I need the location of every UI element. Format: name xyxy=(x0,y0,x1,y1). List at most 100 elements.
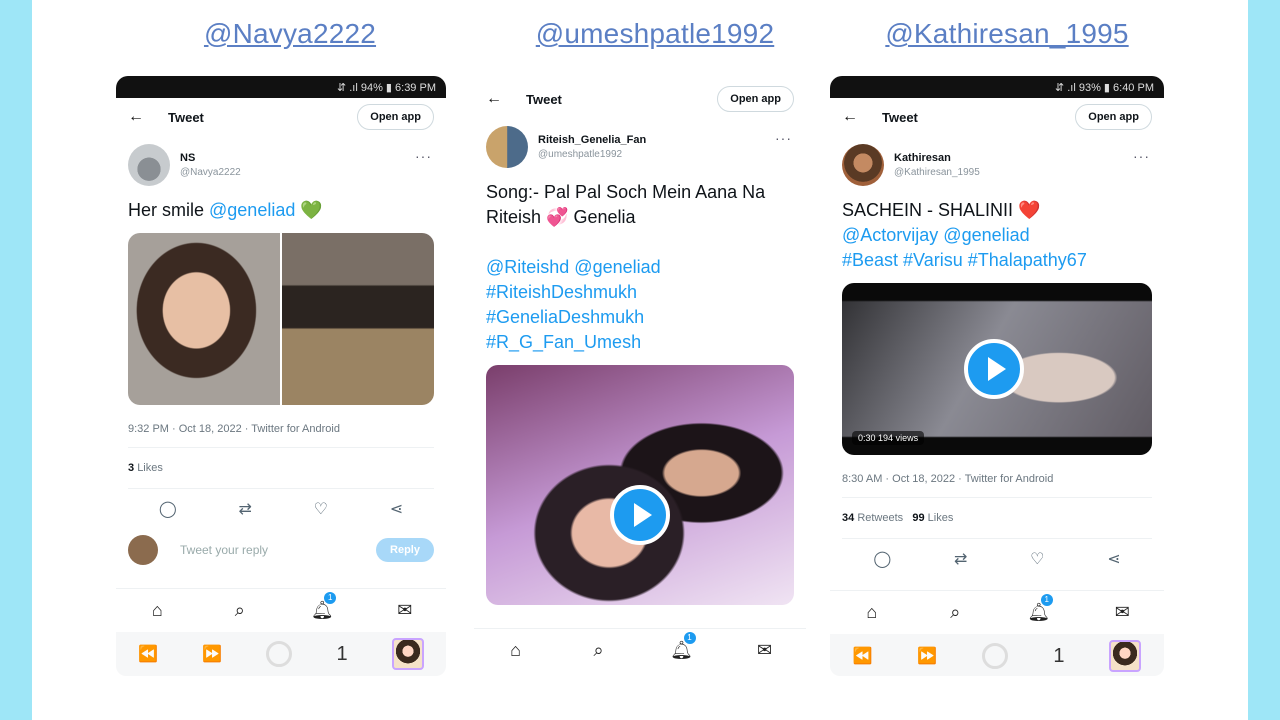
mail-icon[interactable]: ✉ xyxy=(751,640,779,661)
couple-line: Riteish 💞 Genelia xyxy=(486,205,794,230)
reply-icon[interactable]: ◯ xyxy=(873,549,891,569)
bell-icon[interactable]: 🔔︎ 1 xyxy=(308,592,337,621)
red-heart-emoji: ❤️ xyxy=(1018,200,1041,220)
share-icon[interactable]: ⋖ xyxy=(1107,549,1120,569)
open-app-button[interactable]: Open app xyxy=(717,86,794,112)
tweet-header: ← Tweet Open app xyxy=(474,80,806,118)
tweet-video[interactable]: 0:30 194 views xyxy=(842,283,1152,455)
likes-count: 99 xyxy=(912,512,925,524)
phone-panel-3: ⇵ .ıl 93% ▮ 6:40 PM ← Tweet Open app Kat… xyxy=(830,76,1164,676)
video-info: 0:30 194 views xyxy=(852,431,925,445)
reply-input[interactable]: Tweet your reply xyxy=(180,543,376,557)
notification-badge: 1 xyxy=(1040,594,1053,606)
mail-icon[interactable]: ✉ xyxy=(391,600,419,621)
avatar[interactable] xyxy=(128,144,170,186)
author-username[interactable]: @Navya2222 xyxy=(180,167,241,178)
hashtag-rg-fan-umesh[interactable]: #R_G_Fan_Umesh xyxy=(486,330,794,355)
tweet-video[interactable] xyxy=(486,365,794,605)
home-circle-icon[interactable] xyxy=(266,641,293,667)
retweet-icon[interactable]: ⇄ xyxy=(954,549,967,569)
avatar[interactable] xyxy=(842,144,884,186)
tab-count[interactable]: 1 xyxy=(337,643,348,666)
author-name[interactable]: Riteish_Genelia_Fan xyxy=(538,134,646,146)
name-genelia: Genelia xyxy=(568,207,636,227)
play-icon[interactable] xyxy=(964,339,1024,399)
like-icon[interactable]: ♡ xyxy=(1030,549,1044,569)
reply-button[interactable]: Reply xyxy=(376,538,434,562)
home-icon[interactable]: ⌂ xyxy=(143,600,171,621)
name-riteish: Riteish xyxy=(486,207,547,227)
rewind-icon[interactable]: ⏪ xyxy=(853,646,873,666)
forward-icon[interactable]: ⏩ xyxy=(917,646,937,666)
avatar[interactable] xyxy=(486,126,528,168)
mention-link[interactable]: @geneliad xyxy=(209,200,295,220)
tweet-header: ← Tweet Open app xyxy=(116,98,446,136)
tweet-text: SACHEIN - SHALINII ❤️ @Actorvijay @genel… xyxy=(830,194,1164,277)
more-options-icon[interactable]: ··· xyxy=(1133,148,1150,164)
browser-bar: ⏪ ⏩ 1 xyxy=(830,634,1164,676)
photo-smile[interactable] xyxy=(128,233,280,405)
title-text: SACHEIN - SHALINII xyxy=(842,200,1019,220)
reply-icon[interactable]: ◯ xyxy=(159,499,177,519)
tweet-images[interactable] xyxy=(128,233,434,405)
search-icon[interactable]: ⌕ xyxy=(585,640,613,661)
mention-links[interactable]: @Actorvijay @geneliad xyxy=(842,223,1152,248)
photo-runway[interactable] xyxy=(282,233,434,405)
handle-kathiresan[interactable]: @Kathiresan_1995 xyxy=(872,18,1142,50)
search-icon[interactable]: ⌕ xyxy=(226,600,254,621)
tweet-stats[interactable]: 34 Retweets 99 Likes xyxy=(830,498,1164,538)
forward-icon[interactable]: ⏩ xyxy=(202,644,222,664)
tweet-meta: 8:30 AM · Oct 18, 2022 · Twitter for And… xyxy=(842,473,1054,485)
bell-icon[interactable]: 🔔︎ 1 xyxy=(1025,594,1053,623)
mail-icon[interactable]: ✉ xyxy=(1108,602,1136,623)
open-app-button[interactable]: Open app xyxy=(357,104,434,130)
home-icon[interactable]: ⌂ xyxy=(858,602,886,623)
author-row: Riteish_Genelia_Fan @umeshpatle1992 ··· xyxy=(474,118,806,176)
mention-links[interactable]: @Riteishd @geneliad xyxy=(486,255,794,280)
like-icon[interactable]: ♡ xyxy=(314,499,328,519)
status-bar: ⇵ .ıl 94% ▮ 6:39 PM xyxy=(116,76,446,98)
back-arrow-icon[interactable]: ← xyxy=(128,108,168,126)
bell-icon[interactable]: 🔔︎ 1 xyxy=(668,632,696,661)
rewind-icon[interactable]: ⏪ xyxy=(138,644,158,664)
video-time: 0:30 xyxy=(858,433,876,443)
more-options-icon[interactable]: ··· xyxy=(415,148,432,164)
header-title: Tweet xyxy=(882,109,918,125)
author-username[interactable]: @Kathiresan_1995 xyxy=(894,167,980,178)
hashtag-geneliadeshmukh[interactable]: #GeneliaDeshmukh xyxy=(486,305,794,330)
header-title: Tweet xyxy=(168,109,204,125)
tab-count[interactable]: 1 xyxy=(1053,645,1064,668)
home-circle-icon[interactable] xyxy=(982,643,1009,669)
author-row: Kathiresan @Kathiresan_1995 ··· xyxy=(830,136,1164,194)
handle-navya[interactable]: @Navya2222 xyxy=(180,18,400,50)
notification-badge: 1 xyxy=(683,632,696,644)
share-icon[interactable]: ⋖ xyxy=(390,499,403,519)
hashtag-links[interactable]: #Beast #Varisu #Thalapathy67 xyxy=(842,248,1152,273)
tweet-meta: 9:32 PM · Oct 18, 2022 · Twitter for And… xyxy=(128,423,340,435)
more-options-icon[interactable]: ··· xyxy=(775,130,792,146)
reply-row: Tweet your reply Reply xyxy=(116,529,446,571)
retweets-label: Retweets xyxy=(857,512,904,524)
back-arrow-icon[interactable]: ← xyxy=(486,90,526,108)
status-bar: ⇵ .ıl 93% ▮ 6:40 PM xyxy=(830,76,1164,98)
tweet-header: ← Tweet Open app xyxy=(830,98,1164,136)
author-name[interactable]: Kathiresan xyxy=(894,152,980,164)
back-arrow-icon[interactable]: ← xyxy=(842,108,882,126)
author-username[interactable]: @umeshpatle1992 xyxy=(538,149,646,160)
retweet-icon[interactable]: ⇄ xyxy=(239,499,252,519)
open-app-button[interactable]: Open app xyxy=(1075,104,1152,130)
profile-thumbnail[interactable] xyxy=(391,638,424,670)
tweet-stats[interactable]: 3 Likes xyxy=(116,448,446,488)
home-icon[interactable]: ⌂ xyxy=(502,640,530,661)
bottom-nav: ⌂ ⌕ 🔔︎ 1 ✉ xyxy=(474,628,806,672)
play-icon[interactable] xyxy=(610,485,670,545)
hashtag-riteishdeshmukh[interactable]: #RiteishDeshmukh xyxy=(486,280,794,305)
search-icon[interactable]: ⌕ xyxy=(941,602,969,623)
handle-umesh[interactable]: @umeshpatle1992 xyxy=(520,18,790,50)
profile-thumbnail[interactable] xyxy=(1109,640,1142,672)
author-name[interactable]: NS xyxy=(180,152,241,164)
header-title: Tweet xyxy=(526,91,562,107)
title-line: SACHEIN - SHALINII ❤️ xyxy=(842,198,1152,223)
green-heart-emoji: 💚 xyxy=(300,200,323,220)
